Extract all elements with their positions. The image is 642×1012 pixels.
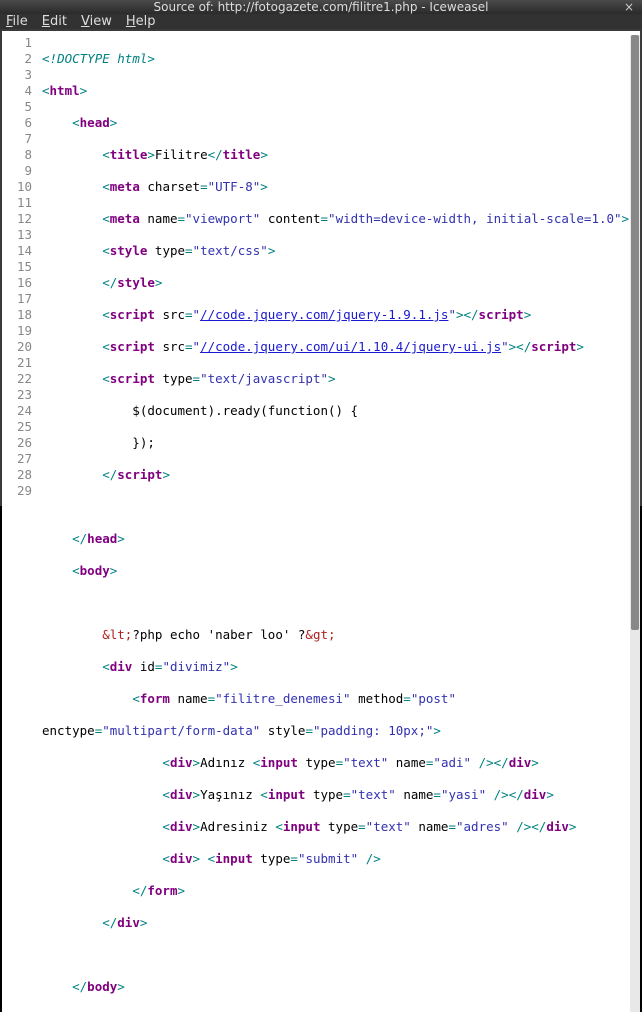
titlebar: Source of: http://fotogazete.com/filitre… — [0, 0, 642, 14]
line-num: 27 — [2, 451, 32, 467]
line-num: 18 — [2, 307, 32, 323]
line-num: 24 — [2, 403, 32, 419]
link[interactable]: //code.jquery.com/ui/1.10.4/jquery-ui.js — [200, 339, 501, 354]
line-num: 12 — [2, 211, 32, 227]
line-num: 10 — [2, 179, 32, 195]
close-icon[interactable]: × — [622, 0, 636, 14]
code-line: <!DOCTYPE html> — [42, 51, 640, 67]
code-line: <style type="text/css"> — [42, 243, 640, 259]
code-line: <form name="filitre_denemesi" method="po… — [42, 691, 640, 707]
scrollbar-thumb[interactable] — [631, 35, 639, 630]
code-line: <script src="//code.jquery.com/ui/1.10.4… — [42, 339, 640, 355]
code-line — [42, 499, 640, 515]
code-line: }); — [42, 435, 640, 451]
menu-view[interactable]: View — [81, 14, 112, 29]
line-num: 5 — [2, 99, 32, 115]
code-line — [42, 947, 640, 963]
source-view: 1 2 3 4 5 6 7 8 9 10 11 12 13 14 15 16 1… — [2, 31, 640, 1012]
line-gutter: 1 2 3 4 5 6 7 8 9 10 11 12 13 14 15 16 1… — [2, 31, 38, 1012]
code-line: $(document).ready(function() { — [42, 403, 640, 419]
code-line: <meta charset="UTF-8"> — [42, 179, 640, 195]
line-num: 4 — [2, 83, 32, 99]
code-line: <head> — [42, 115, 640, 131]
code-line: <div>Adresiniz <input type="text" name="… — [42, 819, 640, 835]
code-line: &lt;?php echo 'naber loo' ?&gt; — [42, 627, 640, 643]
code-line: </body> — [42, 979, 640, 995]
line-num: 29 — [2, 483, 32, 499]
code-line: </script> — [42, 467, 640, 483]
window-title: Source of: http://fotogazete.com/filitre… — [0, 0, 642, 14]
line-num: 25 — [2, 419, 32, 435]
code-line: enctype="multipart/form-data" style="pad… — [42, 723, 640, 739]
window: Source of: http://fotogazete.com/filitre… — [0, 0, 642, 506]
line-num: 9 — [2, 163, 32, 179]
code-line: <div>Yaşınız <input type="text" name="ya… — [42, 787, 640, 803]
code-line: <body> — [42, 563, 640, 579]
line-num: 17 — [2, 291, 32, 307]
code-line: </style> — [42, 275, 640, 291]
code-line: <div>Adınız <input type="text" name="adi… — [42, 755, 640, 771]
line-num: 1 — [2, 35, 32, 51]
menu-help[interactable]: Help — [126, 14, 156, 29]
line-num: 22 — [2, 371, 32, 387]
line-num: 19 — [2, 323, 32, 339]
scrollbar[interactable] — [630, 35, 640, 1012]
line-num: 20 — [2, 339, 32, 355]
code-line: </form> — [42, 883, 640, 899]
line-num: 26 — [2, 435, 32, 451]
line-num: 21 — [2, 355, 32, 371]
code-line — [42, 595, 640, 611]
link[interactable]: //code.jquery.com/jquery-1.9.1.js — [200, 307, 448, 322]
code-line: <html> — [42, 83, 640, 99]
line-num: 14 — [2, 243, 32, 259]
line-num: 2 — [2, 51, 32, 67]
code-line: <div id="divimiz"> — [42, 659, 640, 675]
code-line: </div> — [42, 915, 640, 931]
line-num: 15 — [2, 259, 32, 275]
line-num: 7 — [2, 131, 32, 147]
code-area[interactable]: <!DOCTYPE html> <html> <head> <title>Fil… — [38, 31, 640, 1012]
code-line: <script src="//code.jquery.com/jquery-1.… — [42, 307, 640, 323]
menu-file[interactable]: File — [6, 14, 28, 29]
menu-edit[interactable]: Edit — [42, 14, 67, 29]
line-num: 16 — [2, 275, 32, 291]
code-line: <meta name="viewport" content="width=dev… — [42, 211, 640, 227]
code-line: <title>Filitre</title> — [42, 147, 640, 163]
code-line: <script type="text/javascript"> — [42, 371, 640, 387]
line-num: 13 — [2, 227, 32, 243]
line-num: 28 — [2, 467, 32, 483]
code-line: <div> <input type="submit" /> — [42, 851, 640, 867]
code-line: </head> — [42, 531, 640, 547]
menubar: File Edit View Help — [0, 14, 642, 29]
line-num: 6 — [2, 115, 32, 131]
line-num: 23 — [2, 387, 32, 403]
line-num: 3 — [2, 67, 32, 83]
line-num: 11 — [2, 195, 32, 211]
line-num: 8 — [2, 147, 32, 163]
